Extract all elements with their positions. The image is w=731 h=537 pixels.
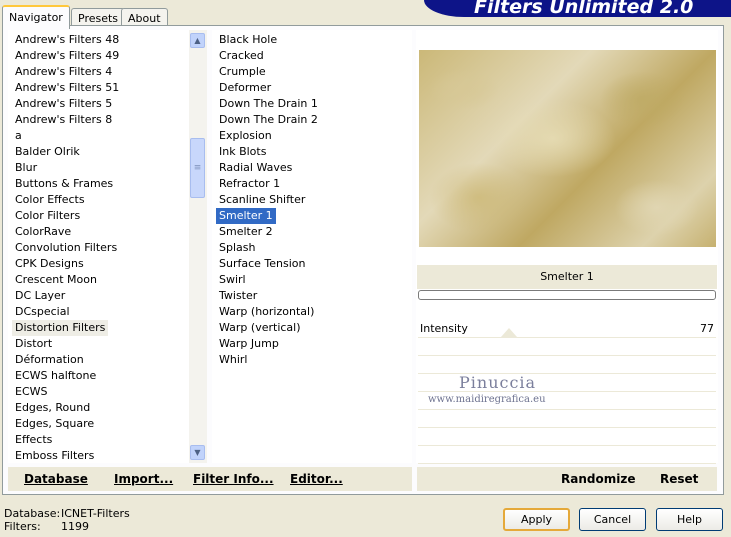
category-item[interactable]: Effects — [12, 432, 55, 448]
category-item[interactable]: Déformation — [12, 352, 87, 368]
parameter-row — [418, 447, 716, 464]
category-item[interactable]: DCspecial — [12, 304, 73, 320]
category-item[interactable]: Buttons & Frames — [12, 176, 116, 192]
filter-item[interactable]: Refractor 1 — [216, 176, 283, 192]
apply-button[interactable]: Apply — [503, 508, 570, 531]
filters-count: 1199 — [61, 520, 89, 533]
category-item[interactable]: Andrew's Filters 49 — [12, 48, 122, 64]
randomize-button[interactable]: Randomize — [561, 467, 635, 491]
category-item[interactable]: CPK Designs — [12, 256, 87, 272]
chevron-down-icon[interactable]: ▼ — [190, 445, 205, 460]
filters-info: Filters: 1199 — [4, 520, 89, 533]
chevron-up-icon[interactable]: ▲ — [190, 33, 205, 48]
editor-button[interactable]: Editor... — [290, 467, 343, 491]
database-button[interactable]: Database — [24, 467, 88, 491]
filter-item[interactable]: Scanline Shifter — [216, 192, 308, 208]
database-info: Database: ICNET-Filters — [4, 507, 130, 520]
category-item[interactable]: Andrew's Filters 5 — [12, 96, 115, 112]
category-item[interactable]: a — [12, 128, 25, 144]
parameter-row — [418, 339, 716, 356]
category-item[interactable]: Convolution Filters — [12, 240, 120, 256]
parameter-row — [418, 411, 716, 428]
filter-item[interactable]: Cracked — [216, 48, 267, 64]
filter-item[interactable]: Splash — [216, 240, 258, 256]
list-toolbar: Database Import... Filter Info... Editor… — [8, 467, 412, 491]
filter-item[interactable]: Crumple — [216, 64, 269, 80]
category-item[interactable]: Edges, Square — [12, 416, 97, 432]
grip-icon: ≡ — [193, 163, 202, 173]
filter-item[interactable]: Down The Drain 2 — [216, 112, 321, 128]
scrollbar-thumb[interactable]: ≡ — [190, 138, 205, 198]
watermark-site: www.maidiregrafica.eu — [428, 394, 546, 405]
filter-item[interactable]: Warp Jump — [216, 336, 282, 352]
category-item[interactable]: Andrew's Filters 48 — [12, 32, 122, 48]
filter-item[interactable]: Black Hole — [216, 32, 280, 48]
filter-item[interactable]: Deformer — [216, 80, 274, 96]
filter-item[interactable]: Whirl — [216, 352, 250, 368]
progress-bar — [418, 290, 716, 300]
help-button[interactable]: Help — [656, 508, 723, 531]
category-item[interactable]: ColorRave — [12, 224, 74, 240]
watermark-name: Pinuccia — [459, 373, 537, 392]
category-item[interactable]: ECWS halftone — [12, 368, 99, 384]
parameter-row — [418, 429, 716, 446]
filters-label: Filters: — [4, 520, 41, 533]
filter-item[interactable]: Warp (vertical) — [216, 320, 304, 336]
category-item[interactable]: Color Effects — [12, 192, 88, 208]
category-item[interactable]: Emboss Filters — [12, 448, 97, 463]
category-item[interactable]: Color Filters — [12, 208, 83, 224]
category-item[interactable]: Distortion Filters — [12, 320, 109, 336]
category-list[interactable]: Andrew's Filters 48 Andrew's Filters 49 An… — [8, 30, 190, 463]
category-item[interactable]: Distort — [12, 336, 55, 352]
category-item[interactable]: ECWS — [12, 384, 51, 400]
category-item[interactable]: Edges, Round — [12, 400, 93, 416]
category-item[interactable]: Crescent Moon — [12, 272, 100, 288]
filter-item[interactable]: Smelter 2 — [216, 224, 276, 240]
preview-image — [419, 50, 716, 247]
database-label: Database: — [4, 507, 61, 520]
category-item[interactable]: Blur — [12, 160, 40, 176]
filter-item[interactable]: Twister — [216, 288, 260, 304]
category-item[interactable]: Andrew's Filters 51 — [12, 80, 122, 96]
filter-list[interactable]: Black Hole Cracked Crumple Deformer Down The… — [212, 30, 412, 463]
filter-name-label: Smelter 1 — [417, 265, 717, 289]
tab-navigator[interactable]: Navigator — [2, 5, 70, 29]
filter-item[interactable]: Warp (horizontal) — [216, 304, 317, 320]
parameter-toolbar: Randomize Reset — [417, 467, 717, 491]
parameter-row-intensity[interactable]: Intensity 77 — [418, 321, 716, 338]
filter-item[interactable]: Radial Waves — [216, 160, 295, 176]
slider-marker-icon[interactable] — [501, 328, 517, 337]
app-title-banner: Filters Unlimited 2.0 — [424, 0, 731, 17]
filter-item[interactable]: Down The Drain 1 — [216, 96, 321, 112]
filter-item[interactable]: Swirl — [216, 272, 249, 288]
database-value: ICNET-Filters — [61, 507, 130, 520]
category-item[interactable]: Andrew's Filters 4 — [12, 64, 115, 80]
intensity-value[interactable]: 77 — [700, 322, 714, 335]
parameter-row — [418, 357, 716, 374]
category-scrollbar[interactable]: ▲ ≡ ▼ — [189, 30, 207, 463]
import-button[interactable]: Import... — [114, 467, 173, 491]
filter-info-button[interactable]: Filter Info... — [193, 467, 274, 491]
filter-item[interactable]: Surface Tension — [216, 256, 308, 272]
intensity-label: Intensity — [420, 322, 468, 335]
category-item[interactable]: DC Layer — [12, 288, 68, 304]
category-item[interactable]: Balder Olrik — [12, 144, 83, 160]
filter-item[interactable]: Explosion — [216, 128, 275, 144]
filter-item[interactable]: Smelter 1 — [216, 208, 276, 224]
reset-button[interactable]: Reset — [660, 467, 698, 491]
category-item[interactable]: Andrew's Filters 8 — [12, 112, 115, 128]
filter-item[interactable]: Ink Blots — [216, 144, 269, 160]
cancel-button[interactable]: Cancel — [579, 508, 646, 531]
